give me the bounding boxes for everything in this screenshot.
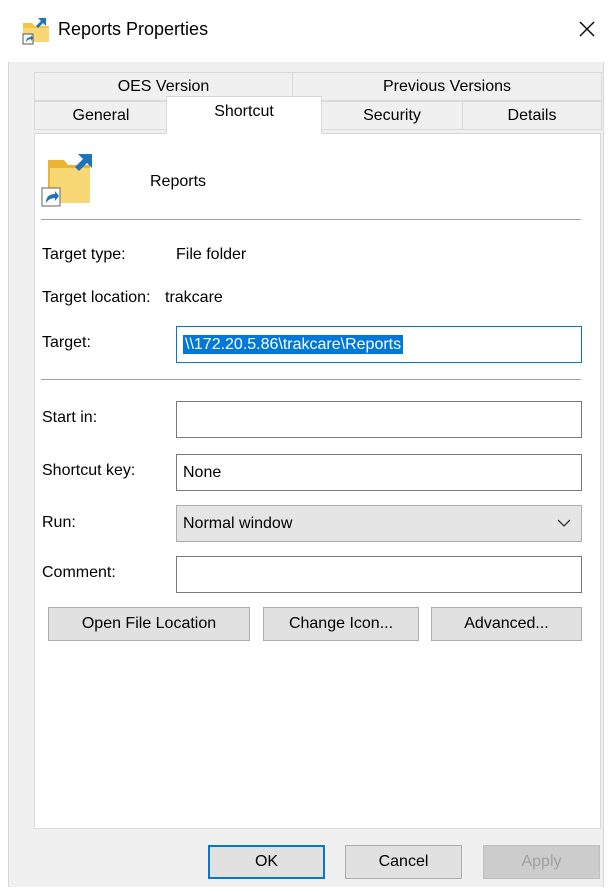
divider (41, 219, 581, 220)
target-field-value: \\172.20.5.86\trakcare\Reports (183, 335, 404, 354)
open-file-location-button[interactable]: Open File Location (48, 607, 250, 641)
run-select-value: Normal window (183, 515, 293, 532)
target-type-value: File folder (176, 246, 247, 263)
comment-label: Comment: (42, 564, 116, 581)
start-in-field[interactable] (176, 401, 582, 438)
shortcut-name: Reports (150, 173, 207, 190)
comment-field[interactable] (176, 556, 582, 593)
chevron-down-icon (557, 506, 571, 541)
shortcut-key-label: Shortcut key: (42, 462, 136, 479)
target-location-value: trakcare (165, 289, 223, 306)
advanced-button[interactable]: Advanced... (431, 607, 582, 641)
window-title: Reports Properties (58, 19, 209, 39)
run-select[interactable]: Normal window (176, 505, 582, 542)
tab-security[interactable]: Security (321, 101, 463, 130)
tab-general[interactable]: General (34, 101, 168, 130)
ok-button[interactable]: OK (208, 845, 325, 879)
target-field[interactable]: \\172.20.5.86\trakcare\Reports (176, 326, 582, 363)
tab-details[interactable]: Details (462, 101, 602, 130)
tab-shortcut[interactable]: Shortcut (166, 96, 322, 134)
start-in-label: Start in: (42, 409, 98, 426)
run-label: Run: (42, 514, 76, 531)
shortcut-key-field[interactable]: None (176, 454, 582, 491)
target-type-label: Target type: (42, 246, 126, 263)
shortcut-folder-icon (20, 14, 52, 46)
close-icon[interactable] (570, 12, 604, 46)
divider (41, 379, 581, 380)
target-label: Target: (42, 334, 91, 351)
tab-previous-versions[interactable]: Previous Versions (292, 72, 602, 101)
title-bar: Reports Properties (0, 0, 610, 62)
change-icon-button[interactable]: Change Icon... (263, 607, 419, 641)
apply-button[interactable]: Apply (483, 845, 600, 879)
shortcut-folder-icon (40, 150, 100, 210)
cancel-button[interactable]: Cancel (345, 845, 462, 879)
target-location-label: Target location: (42, 289, 151, 306)
